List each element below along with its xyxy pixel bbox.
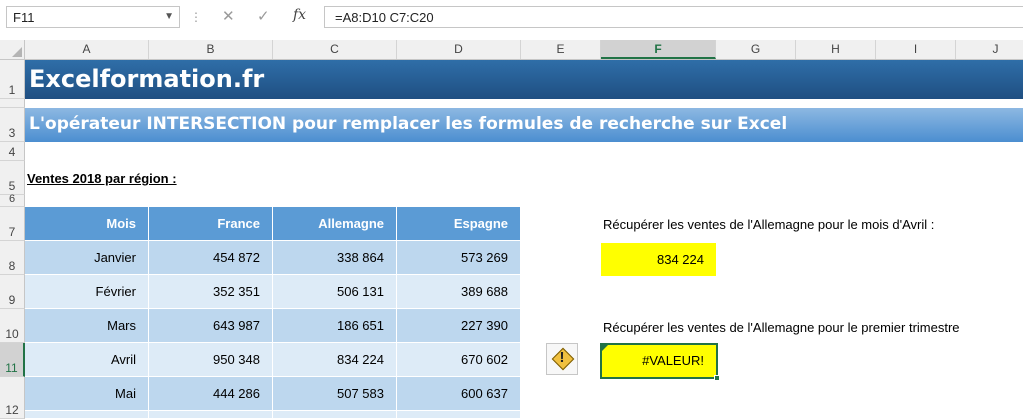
table-cell[interactable]: Avril — [25, 343, 149, 377]
row-header-11[interactable]: 11 — [0, 343, 25, 377]
grip-icon: ⋮ — [190, 10, 202, 24]
name-box[interactable]: F11 ▼ — [6, 6, 180, 28]
table-cell[interactable]: 643 987 — [149, 309, 273, 343]
table-cell[interactable]: 454 872 — [149, 241, 273, 275]
column-header-c[interactable]: C — [273, 40, 397, 59]
row-header-5[interactable]: 5 — [0, 161, 25, 195]
table-cell[interactable]: 507 583 — [273, 377, 397, 411]
title-banner: Excelformation.fr — [25, 60, 1023, 99]
table-caption: Ventes 2018 par région : — [27, 171, 177, 186]
table-cell[interactable]: 389 688 — [397, 275, 521, 309]
subtitle-banner: L'opérateur INTERSECTION pour remplacer … — [25, 108, 1023, 142]
page-subtitle: L'opérateur INTERSECTION pour remplacer … — [29, 114, 788, 134]
formula-input[interactable]: =A8:D10 C7:C20 — [324, 6, 1023, 28]
chevron-down-icon[interactable]: ▼ — [164, 11, 174, 22]
select-all-button[interactable] — [0, 40, 25, 59]
table-cell[interactable]: 600 637 — [397, 377, 521, 411]
table-cell[interactable]: Février — [25, 275, 149, 309]
row-header-12[interactable]: 12 — [0, 377, 25, 419]
table-cell[interactable]: 506 131 — [273, 275, 397, 309]
question2-result-cell[interactable]: #VALEUR! — [600, 343, 720, 381]
fill-handle[interactable] — [714, 375, 720, 381]
table-cell[interactable]: Mai — [25, 377, 149, 411]
column-header-f[interactable]: F — [601, 40, 716, 59]
table-cell[interactable]: Janvier — [25, 241, 149, 275]
table-header-allemagne[interactable]: Allemagne — [273, 207, 397, 241]
column-header-d[interactable]: D — [397, 40, 521, 59]
table-header-espagne[interactable]: Espagne — [397, 207, 521, 241]
table-cell[interactable]: Mars — [25, 309, 149, 343]
question2-label: Récupérer les ventes de l'Allemagne pour… — [603, 320, 960, 335]
column-header-b[interactable]: B — [149, 40, 273, 59]
table-cell[interactable]: 950 348 — [149, 343, 273, 377]
question1-result-cell[interactable]: 834 224 — [601, 243, 716, 276]
row-header-4[interactable]: 4 — [0, 142, 25, 161]
column-header-e[interactable]: E — [521, 40, 601, 59]
table-cell[interactable]: 186 651 — [273, 309, 397, 343]
table-cell[interactable]: 338 864 — [273, 241, 397, 275]
row-header-1[interactable]: 1 — [0, 60, 25, 99]
insert-function-icon[interactable]: fx — [293, 7, 306, 23]
column-headers: A B C D E F G H I J — [0, 40, 1023, 60]
table-cell[interactable]: 444 286 — [149, 377, 273, 411]
table-cell[interactable] — [397, 411, 521, 419]
table-cell[interactable]: 670 602 — [397, 343, 521, 377]
column-header-a[interactable]: A — [25, 40, 149, 59]
table-cell[interactable]: 227 390 — [397, 309, 521, 343]
row-header-10[interactable]: 10 — [0, 309, 25, 343]
column-header-i[interactable]: I — [876, 40, 956, 59]
table-cell[interactable] — [149, 411, 273, 419]
exclamation-icon: ! — [559, 349, 565, 366]
table-cell[interactable]: 352 351 — [149, 275, 273, 309]
worksheet-grid: Excelformation.fr L'opérateur INTERSECTI… — [25, 60, 1023, 419]
error-value: #VALEUR! — [642, 353, 704, 368]
formula-bar: F11 ▼ ⋮ ✕ ✓ fx =A8:D10 C7:C20 — [0, 0, 1023, 38]
table-cell[interactable]: 834 224 — [273, 343, 397, 377]
table-header-france[interactable]: France — [149, 207, 273, 241]
table-header-mois[interactable]: Mois — [25, 207, 149, 241]
page-title: Excelformation.fr — [29, 65, 265, 93]
table-cell[interactable] — [25, 411, 149, 419]
cancel-icon[interactable]: ✕ — [222, 7, 235, 25]
row-header-7[interactable]: 7 — [0, 207, 25, 241]
column-header-h[interactable]: H — [796, 40, 876, 59]
formula-text: =A8:D10 C7:C20 — [335, 10, 434, 25]
enter-icon[interactable]: ✓ — [257, 7, 270, 25]
name-box-value: F11 — [13, 10, 35, 25]
row-header-6[interactable]: 6 — [0, 193, 25, 207]
error-warning-button[interactable]: ! — [546, 343, 578, 375]
row-header-3[interactable]: 3 — [0, 108, 25, 142]
row-header-8[interactable]: 8 — [0, 241, 25, 275]
question1-label: Récupérer les ventes de l'Allemagne pour… — [603, 217, 935, 232]
row-header-2[interactable] — [0, 99, 25, 108]
table-cell[interactable] — [273, 411, 397, 419]
column-header-j[interactable]: J — [956, 40, 1023, 59]
column-header-g[interactable]: G — [716, 40, 796, 59]
table-cell[interactable]: 573 269 — [397, 241, 521, 275]
row-header-9[interactable]: 9 — [0, 275, 25, 309]
